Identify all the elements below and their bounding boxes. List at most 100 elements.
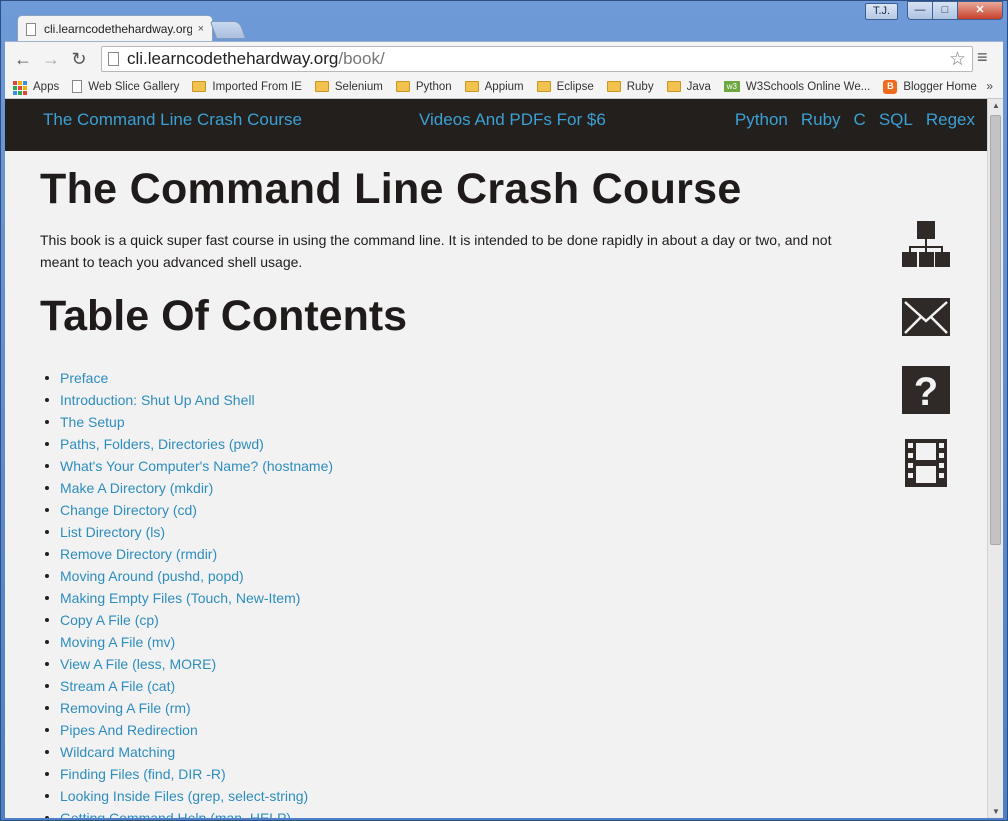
bookmark-web-slice-gallery[interactable]: Web Slice Gallery (72, 80, 179, 93)
address-bar[interactable]: cli.learncodethehardway.org/book/ ☆ (101, 46, 973, 72)
bookmark-java[interactable]: Java (666, 81, 711, 93)
bookmarks-overflow-button[interactable]: » (986, 79, 993, 93)
toc-link-pushd-popd[interactable]: Moving Around (pushd, popd) (60, 568, 244, 584)
mail-icon[interactable] (901, 292, 951, 342)
sitemap-icon[interactable] (901, 219, 951, 269)
folder-icon (606, 81, 621, 92)
profile-badge[interactable]: T.J. (865, 3, 898, 20)
toc-item: Looking Inside Files (grep, select-strin… (40, 785, 860, 807)
bookmark-label: Python (415, 80, 452, 93)
folder-icon (314, 81, 329, 92)
page-icon (108, 52, 119, 66)
nav-link-videos[interactable]: Videos And PDFs For $6 (419, 110, 606, 130)
bookmark-label: Appium (484, 80, 524, 93)
toc-item: Getting Command Help (man, HELP) (40, 807, 860, 818)
bookmark-apps[interactable]: Apps (13, 80, 60, 95)
nav-link-c[interactable]: C (854, 110, 866, 130)
bookmark-eclipse[interactable]: Eclipse (536, 81, 594, 93)
scroll-thumb[interactable] (990, 115, 1001, 545)
nav-language-links: Python Ruby C SQL Regex (722, 110, 975, 130)
toc-item: Wildcard Matching (40, 741, 860, 763)
toc-link-wildcards[interactable]: Wildcard Matching (60, 744, 175, 760)
nav-link-python[interactable]: Python (735, 110, 788, 130)
bookmark-label: Apps (33, 80, 60, 93)
toc-item: The Setup (40, 411, 860, 433)
toc-link-grep[interactable]: Looking Inside Files (grep, select-strin… (60, 788, 308, 804)
toc-link-cp[interactable]: Copy A File (cp) (60, 612, 159, 628)
main-content: The Command Line Crash Course This book … (40, 165, 860, 818)
bookmarks-bar: Apps Web Slice Gallery Imported From IE … (5, 75, 1003, 99)
toc-link-ls[interactable]: List Directory (ls) (60, 524, 165, 540)
back-button[interactable]: ← (9, 45, 37, 73)
toc-link-mkdir[interactable]: Make A Directory (mkdir) (60, 480, 213, 496)
close-window-button[interactable]: ✕ (957, 1, 1003, 20)
toc-item: View A File (less, MORE) (40, 653, 860, 675)
reload-button[interactable]: ↻ (65, 45, 93, 73)
url-host: cli.learncodethehardway.org (127, 49, 339, 68)
help-icon[interactable]: ? (901, 365, 951, 415)
minimize-button[interactable]: — (907, 1, 933, 20)
bookmark-blogger-home[interactable]: B Blogger Home (883, 79, 977, 94)
toc-link-hostname[interactable]: What's Your Computer's Name? (hostname) (60, 458, 333, 474)
toc-link-setup[interactable]: The Setup (60, 414, 125, 430)
video-icon[interactable] (901, 438, 951, 488)
toc-link-find[interactable]: Finding Files (find, DIR -R) (60, 766, 226, 782)
browser-toolbar: ← → ↻ cli.learncodethehardway.org/book/ … (5, 41, 1003, 75)
maximize-button[interactable]: □ (932, 1, 958, 20)
bookmark-appium[interactable]: Appium (464, 80, 524, 93)
toc-link-less[interactable]: View A File (less, MORE) (60, 656, 216, 672)
title-bar: cli.learncodethehardway.org × T.J. — □ ✕ (1, 1, 1007, 42)
bookmark-ruby[interactable]: Ruby (606, 80, 654, 93)
toc-item: Pipes And Redirection (40, 719, 860, 741)
bookmark-w3schools[interactable]: w3 W3Schools Online We... (723, 80, 871, 93)
apps-grid-icon (13, 81, 27, 95)
toc-link-introduction[interactable]: Introduction: Shut Up And Shell (60, 392, 255, 408)
toc-item: Introduction: Shut Up And Shell (40, 389, 860, 411)
folder-icon (536, 81, 551, 92)
browser-tab[interactable]: cli.learncodethehardway.org × (17, 15, 213, 42)
menu-icon[interactable]: ≡ (977, 47, 988, 68)
toc-link-mv[interactable]: Moving A File (mv) (60, 634, 175, 650)
bookmark-label: Blogger Home (903, 80, 977, 93)
toc-item: What's Your Computer's Name? (hostname) (40, 455, 860, 477)
new-tab-button[interactable] (209, 21, 247, 39)
nav-link-ruby[interactable]: Ruby (801, 110, 841, 130)
vertical-scrollbar[interactable]: ▲ ▼ (987, 99, 1003, 818)
toc-link-touch[interactable]: Making Empty Files (Touch, New-Item) (60, 590, 300, 606)
toc-link-rmdir[interactable]: Remove Directory (rmdir) (60, 546, 217, 562)
bookmark-imported-from-ie[interactable]: Imported From IE (192, 81, 302, 93)
toc-item: Preface (40, 367, 860, 389)
nav-link-home[interactable]: The Command Line Crash Course (43, 110, 302, 130)
bookmark-selenium[interactable]: Selenium (314, 81, 383, 93)
toc-link-pipes[interactable]: Pipes And Redirection (60, 722, 198, 738)
site-nav: The Command Line Crash Course Videos And… (5, 99, 987, 151)
bookmark-python[interactable]: Python (395, 80, 452, 93)
toc-item: Moving Around (pushd, popd) (40, 565, 860, 587)
close-icon[interactable]: × (198, 23, 204, 35)
toc-link-pwd[interactable]: Paths, Folders, Directories (pwd) (60, 436, 264, 452)
url-path: /book/ (338, 49, 385, 68)
bookmark-label: Ruby (626, 80, 654, 93)
scroll-down-arrow-icon[interactable]: ▼ (992, 807, 1000, 816)
nav-link-sql[interactable]: SQL (879, 110, 913, 130)
page-icon (72, 80, 83, 93)
nav-link-regex[interactable]: Regex (926, 110, 975, 130)
toc-link-cat[interactable]: Stream A File (cat) (60, 678, 175, 694)
toc-item: Making Empty Files (Touch, New-Item) (40, 587, 860, 609)
toc-link-rm[interactable]: Removing A File (rm) (60, 700, 191, 716)
toc-item: Finding Files (find, DIR -R) (40, 763, 860, 785)
folder-icon (192, 81, 207, 92)
toc-link-man[interactable]: Getting Command Help (man, HELP) (60, 810, 291, 818)
bookmark-star-icon[interactable]: ☆ (949, 48, 966, 71)
toc-link-cd[interactable]: Change Directory (cd) (60, 502, 197, 518)
toc-item: Paths, Folders, Directories (pwd) (40, 433, 860, 455)
toc-item: List Directory (ls) (40, 521, 860, 543)
toc-item: Copy A File (cp) (40, 609, 860, 631)
forward-button[interactable]: → (37, 45, 65, 73)
toc-link-preface[interactable]: Preface (60, 370, 108, 386)
table-of-contents: Preface Introduction: Shut Up And Shell … (40, 367, 860, 818)
bookmark-label: W3Schools Online We... (745, 80, 871, 93)
toc-item: Make A Directory (mkdir) (40, 477, 860, 499)
folder-icon (395, 81, 410, 92)
scroll-up-arrow-icon[interactable]: ▲ (992, 101, 1000, 110)
